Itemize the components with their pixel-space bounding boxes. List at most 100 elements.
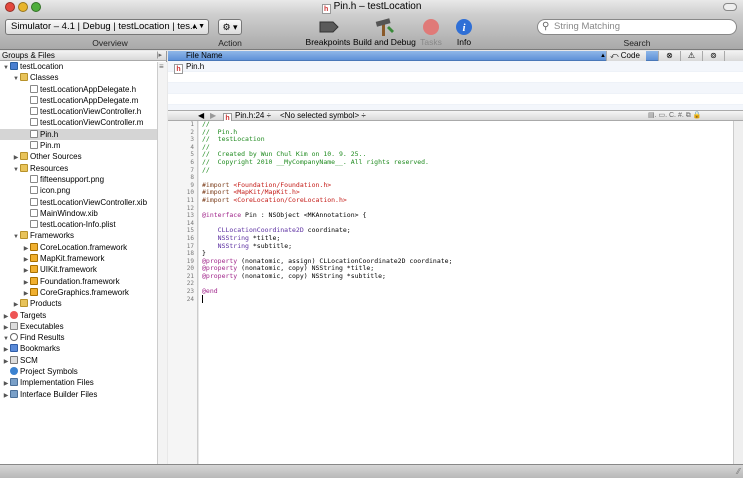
forward-arrow-icon[interactable]: ▶ bbox=[210, 111, 216, 121]
sidebar-item-label: Find Results bbox=[20, 333, 65, 343]
line-number: 20 bbox=[186, 265, 194, 273]
line-number-gutter: 1 2 3 4 5 6 7 8 9 10 11 12 13 14 15 16 17 18 19 20 21 22 23 24 bbox=[168, 121, 198, 464]
code-line: // Copyright 2010 __MyCompanyName__. All… bbox=[199, 158, 733, 167]
editor-tools-icons[interactable]: ▤. ▭. C. #. ⧉ 🔒 bbox=[648, 111, 701, 121]
sidebar-item[interactable]: ▶ Products bbox=[0, 298, 166, 309]
file-list-row[interactable] bbox=[168, 83, 743, 94]
line-number: 16 bbox=[186, 234, 194, 242]
file-list-header: File Name ▲ ⤺ Code ⊗ ⚠ ⊚ bbox=[168, 51, 743, 61]
sidebar-item[interactable]: testLocationViewController.m bbox=[0, 117, 166, 128]
sidebar-item-label: Pin.m bbox=[40, 141, 61, 151]
sidebar-item[interactable]: testLocationAppDelegate.h bbox=[0, 84, 166, 95]
errors-column[interactable]: ⊗ bbox=[658, 51, 680, 61]
minimize-window-button[interactable] bbox=[18, 2, 28, 12]
bookmark-icon bbox=[10, 344, 18, 353]
search-field[interactable]: ⚲ String Matching bbox=[537, 19, 737, 35]
scm-icon bbox=[10, 355, 18, 364]
column-options-icon[interactable] bbox=[724, 51, 743, 61]
action-button[interactable]: ⚙ ▾ bbox=[218, 19, 242, 35]
line-number: 22 bbox=[186, 280, 194, 288]
search-icon: ⚲ bbox=[542, 21, 550, 32]
project-icon bbox=[10, 62, 18, 70]
sidebar-item-label: CoreLocation.framework bbox=[40, 242, 128, 252]
file-list-row[interactable] bbox=[168, 94, 743, 105]
sidebar-item[interactable]: ▶ Executables bbox=[0, 321, 166, 332]
sidebar-item[interactable]: Pin.m bbox=[0, 140, 166, 151]
overview-value: Simulator – 4.1 | Debug | testLocation |… bbox=[11, 21, 198, 32]
sidebar-item[interactable]: ▶ Foundation.framework bbox=[0, 276, 166, 287]
file-icon bbox=[30, 118, 38, 127]
breakpoints-button[interactable]: Breakpoints bbox=[303, 18, 353, 47]
code-column[interactable]: ⤺ Code bbox=[606, 51, 646, 61]
sidebar-item-label: Project Symbols bbox=[20, 367, 78, 377]
action-label: Action bbox=[218, 38, 242, 48]
symbol-popup[interactable]: <No selected symbol> ÷ bbox=[280, 111, 366, 121]
sidebar-item[interactable]: ▶ Other Sources bbox=[0, 151, 166, 162]
file-list-row[interactable]: h Pin.h bbox=[168, 61, 743, 74]
info-button[interactable]: i Info bbox=[452, 18, 476, 47]
sidebar-item[interactable]: MainWindow.xib bbox=[0, 208, 166, 219]
file-name-column[interactable]: File Name bbox=[186, 51, 222, 61]
sidebar-options-icon[interactable]: |▸ bbox=[157, 51, 162, 61]
sidebar-item[interactable]: ▼ testLocation bbox=[0, 61, 166, 72]
line-number: 18 bbox=[186, 250, 194, 258]
sidebar-item[interactable]: ▶ UIKit.framework bbox=[0, 264, 166, 275]
toolbar: Simulator – 4.1 | Debug | testLocation |… bbox=[0, 14, 743, 50]
sidebar-item-label: Frameworks bbox=[30, 231, 75, 241]
sidebar-item-label: testLocation bbox=[20, 62, 64, 71]
tasks-label: Tasks bbox=[420, 37, 442, 47]
close-window-button[interactable] bbox=[5, 2, 15, 12]
file-list-row[interactable] bbox=[168, 72, 743, 83]
sidebar-item[interactable]: ▶ CoreGraphics.framework bbox=[0, 287, 166, 298]
toolbar-toggle-button[interactable] bbox=[723, 3, 737, 11]
line-number: 17 bbox=[186, 242, 194, 250]
resize-grip-icon[interactable]: ⁄⁄ bbox=[737, 467, 740, 476]
code-token: // bbox=[202, 165, 210, 174]
sidebar-item[interactable]: icon.png bbox=[0, 185, 166, 196]
sidebar-item[interactable]: testLocationAppDelegate.m bbox=[0, 95, 166, 106]
file-icon bbox=[30, 220, 38, 229]
code-line: // bbox=[199, 165, 733, 175]
sidebar-item[interactable]: ▶ Targets bbox=[0, 310, 166, 321]
sidebar-item[interactable]: ▶ Implementation Files bbox=[0, 377, 166, 388]
tasks-button[interactable]: Tasks bbox=[417, 18, 445, 47]
sidebar-item[interactable]: Pin.h bbox=[0, 128, 166, 141]
sidebar-item[interactable]: ▼ Classes bbox=[0, 72, 166, 83]
build-and-debug-button[interactable]: Build and Debug bbox=[353, 18, 416, 47]
sidebar-item[interactable]: ▶ SCM bbox=[0, 355, 166, 366]
disclosure-closed-icon[interactable]: ▶ bbox=[2, 391, 10, 402]
sidebar-item[interactable]: ▶ CoreLocation.framework bbox=[0, 242, 166, 253]
sidebar-item-label: Classes bbox=[30, 73, 59, 83]
sidebar-item[interactable]: ▼ Find Results bbox=[0, 332, 166, 343]
editor-vertical-scrollbar[interactable] bbox=[733, 121, 743, 464]
code-token: @end bbox=[202, 287, 218, 296]
code-token: @interface bbox=[202, 211, 242, 220]
sidebar-item[interactable]: ▶ Interface Builder Files bbox=[0, 389, 166, 400]
sidebar-item[interactable]: fifteensupport.png bbox=[0, 174, 166, 185]
sidebar-item[interactable]: Project Symbols bbox=[0, 366, 166, 377]
code-editor[interactable]: //// Pin.h// testLocation//// Created by… bbox=[199, 120, 733, 464]
sidebar-item-label: Interface Builder Files bbox=[20, 389, 98, 399]
overview-popup[interactable]: Simulator – 4.1 | Debug | testLocation |… bbox=[5, 19, 209, 35]
sidebar-item[interactable]: ▶ MapKit.framework bbox=[0, 253, 166, 264]
sidebar-item[interactable]: ▼ Frameworks bbox=[0, 230, 166, 241]
sidebar-item[interactable]: testLocationViewController.xib bbox=[0, 197, 166, 208]
sidebar-splitter[interactable]: ≡ bbox=[157, 62, 167, 464]
sidebar-item[interactable]: testLocation-Info.plist bbox=[0, 219, 166, 230]
sidebar-item-label: UIKit.framework bbox=[40, 265, 97, 275]
zoom-window-button[interactable] bbox=[31, 2, 41, 12]
line-number: 12 bbox=[186, 204, 194, 212]
file-icon bbox=[30, 197, 38, 206]
sidebar-item[interactable]: testLocationViewController.h bbox=[0, 106, 166, 117]
sidebar-item-label: CoreGraphics.framework bbox=[40, 287, 129, 297]
warnings-column[interactable]: ⚠ bbox=[680, 51, 702, 61]
sidebar-item[interactable]: ▶ Bookmarks bbox=[0, 343, 166, 354]
target-column[interactable]: ⊚ bbox=[702, 51, 724, 61]
line-number: 3 bbox=[190, 136, 194, 144]
list-icon: ≡ bbox=[159, 62, 164, 71]
sidebar-item[interactable]: ▼ Resources bbox=[0, 163, 166, 174]
editor-navigation-bar: ◀ ▶ h Pin.h:24 ÷ <No selected symbol> ÷ ▤… bbox=[168, 110, 743, 123]
executable-icon bbox=[10, 321, 18, 330]
file-list: File Name ▲ ⤺ Code ⊗ ⚠ ⊚ h Pin.h bbox=[168, 51, 743, 116]
